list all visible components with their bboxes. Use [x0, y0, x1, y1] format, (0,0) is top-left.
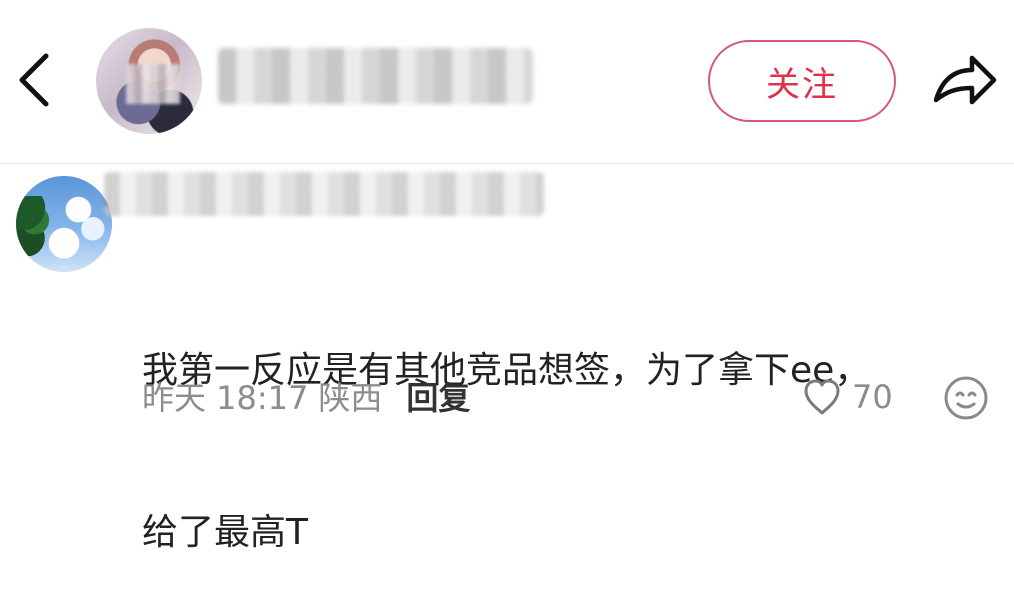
share-arrow-icon [933, 55, 997, 105]
commenter-name-obscured [104, 172, 544, 216]
like-count: 70 [852, 378, 893, 416]
follow-button-label: 关注 [766, 64, 838, 105]
comment-meta: 昨天 18:17 陕西 回复 [142, 372, 470, 420]
comment-time: 昨天 18:17 [142, 379, 309, 417]
back-chevron-icon [19, 53, 49, 107]
commenter-avatar[interactable] [16, 176, 112, 272]
author-avatar[interactable] [96, 28, 202, 134]
emoji-face-icon [944, 376, 988, 420]
comment-location: 陕西 [318, 379, 383, 417]
share-button[interactable] [926, 44, 1002, 114]
author-name-obscured [218, 48, 533, 104]
emoji-reaction-button[interactable] [940, 372, 992, 424]
heart-icon [804, 379, 840, 415]
header-divider [0, 163, 1014, 164]
avatar-foliage [16, 196, 50, 256]
header-bar: 关注 [0, 0, 1014, 162]
like-button[interactable]: 70 [800, 372, 893, 422]
follow-button[interactable]: 关注 [708, 40, 896, 122]
back-button[interactable] [8, 48, 56, 112]
comment-text: 我第一反应是有其他竞品想签，为了拿下ee， 给了最高T [142, 236, 1002, 614]
avatar-obscured-area [126, 64, 180, 104]
comment-line-2: 给了最高T [142, 512, 308, 553]
reply-button[interactable]: 回复 [406, 373, 470, 419]
